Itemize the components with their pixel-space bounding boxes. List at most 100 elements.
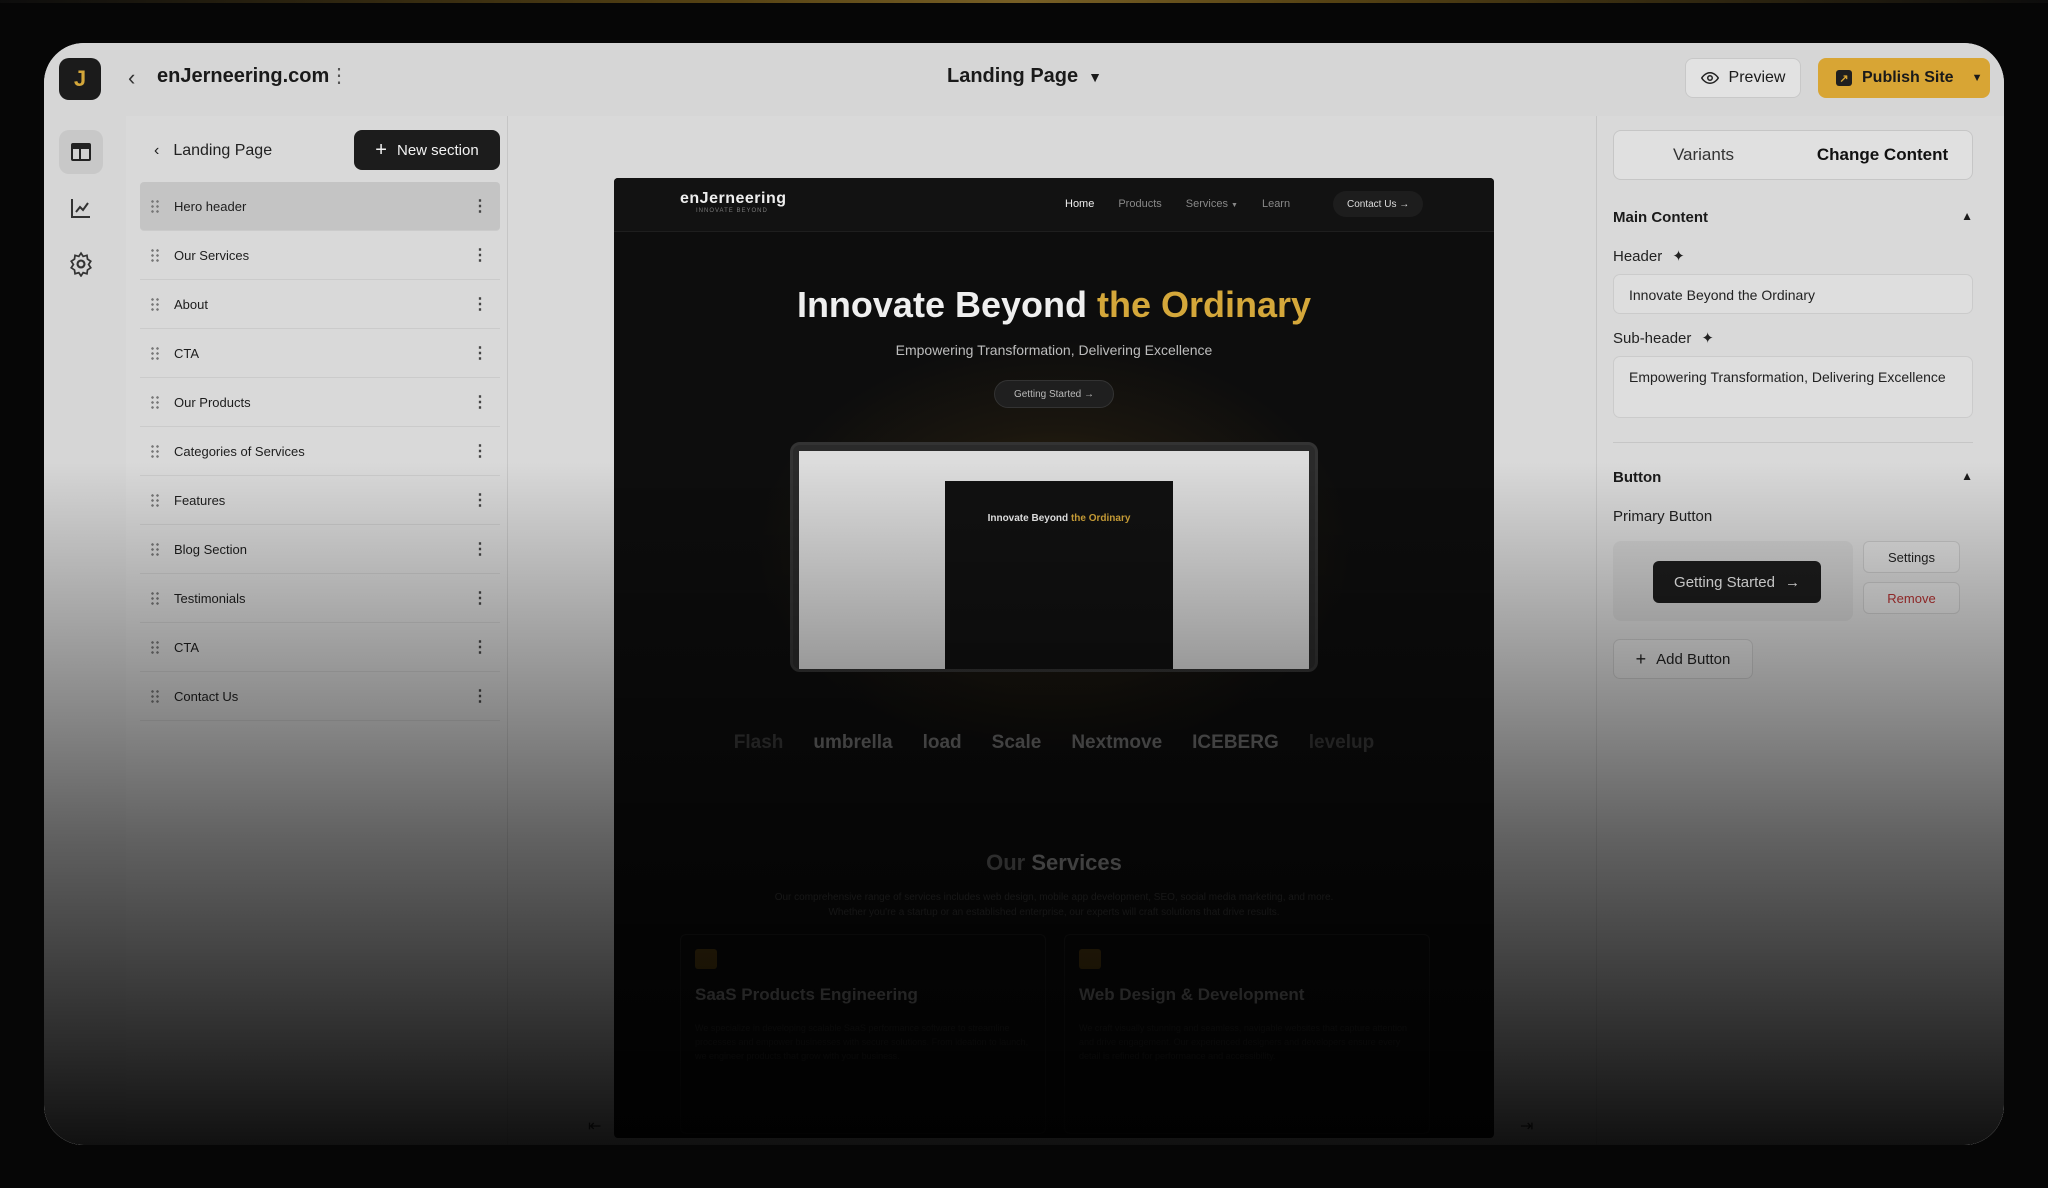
add-button-label: Add Button [1656,650,1731,668]
ai-sparkle-icon[interactable]: ✦ [1701,329,1714,347]
section-label: About [174,296,208,312]
collapse-right-arrow-icon[interactable]: ⇥ [1520,1116,1533,1136]
section-item[interactable]: Testimonials ⋮ [140,574,500,623]
section-item[interactable]: Our Services ⋮ [140,231,500,280]
site-nav-home[interactable]: Home [1065,198,1094,210]
partner-logo: levelup [1308,732,1375,753]
mockup-site: Innovate Beyond the Ordinary [945,481,1173,669]
service-icon [1079,949,1101,969]
section-item[interactable]: Blog Section ⋮ [140,525,500,574]
primary-button-text: Getting Started [1674,573,1775,591]
chevron-up-icon[interactable]: ▲ [1961,469,1973,486]
site-nav-services[interactable]: Services ▼ [1186,198,1238,210]
section-item[interactable]: About ⋮ [140,280,500,329]
site-name: enJerneering.com [157,65,330,87]
header-input[interactable]: Innovate Beyond the Ordinary [1613,274,1973,314]
site-nav-learn[interactable]: Learn [1262,198,1290,210]
chevron-up-icon[interactable]: ▲ [1961,209,1973,226]
drag-handle-icon[interactable] [150,444,160,458]
sections-panel: ‹ Landing Page + New section Hero header… [126,116,508,1145]
services-title: Our Services [614,850,1494,876]
subheader-input[interactable]: Empowering Transformation, Delivering Ex… [1613,356,1973,418]
section-item[interactable]: Contact Us ⋮ [140,672,500,721]
publish-site-button[interactable]: ↗ Publish Site ▼ [1818,58,1990,98]
section-item[interactable]: CTA ⋮ [140,623,500,672]
site-preview[interactable]: enJerneering INNOVATE BEYOND Home Produc… [614,178,1494,1138]
hero-title: Innovate Beyond the Ordinary [614,284,1494,326]
section-label: Categories of Services [174,443,305,459]
section-menu-kebab-icon[interactable]: ⋮ [472,539,488,559]
page-selector[interactable]: Landing Page ▼ [947,65,1102,88]
drag-handle-icon[interactable] [150,689,160,703]
service-card-title: Web Design & Development [1079,985,1305,1004]
section-menu-kebab-icon[interactable]: ⋮ [472,343,488,363]
section-menu-kebab-icon[interactable]: ⋮ [472,392,488,412]
app-logo[interactable]: J [59,58,101,100]
partner-logo: load [922,732,962,753]
site-contact-button[interactable]: Contact Us → [1333,191,1424,217]
primary-button-preview[interactable]: Getting Started → [1653,561,1821,603]
site-menu-kebab-icon[interactable]: ⋮ [329,63,349,88]
add-button-button[interactable]: + Add Button [1613,639,1753,679]
drag-handle-icon[interactable] [150,297,160,311]
subheader-field-label: Sub-header ✦ [1613,329,1714,348]
section-menu-kebab-icon[interactable]: ⋮ [472,441,488,461]
mockup-screen: Innovate Beyond the Ordinary [799,451,1309,669]
sections-panel-header[interactable]: ‹ Landing Page [154,142,272,160]
button-settings-button[interactable]: Settings [1863,541,1960,573]
site-logo[interactable]: enJerneering [680,190,786,208]
service-card: SaaS Products Engineering We specialize … [680,934,1046,1134]
new-section-button[interactable]: + New section [354,130,500,170]
rail-settings-button[interactable] [59,242,103,286]
mockup-title-accent: the Ordinary [1070,513,1131,524]
section-label: Testimonials [174,590,246,606]
drag-handle-icon[interactable] [150,640,160,654]
ai-sparkle-icon[interactable]: ✦ [1672,247,1685,265]
drag-handle-icon[interactable] [150,542,160,556]
section-menu-kebab-icon[interactable]: ⋮ [472,196,488,216]
section-menu-kebab-icon[interactable]: ⋮ [472,686,488,706]
collapse-left-arrow-icon[interactable]: ⇤ [588,1116,601,1136]
site-logo-tagline: INNOVATE BEYOND [696,208,768,214]
section-item[interactable]: Features ⋮ [140,476,500,525]
section-menu-kebab-icon[interactable]: ⋮ [472,588,488,608]
tab-variants[interactable]: Variants [1614,131,1793,179]
plus-icon: + [1635,648,1647,669]
page-selector-label: Landing Page [947,65,1079,87]
button-section-header[interactable]: Button ▲ [1613,469,1973,486]
drag-handle-icon[interactable] [150,199,160,213]
properties-panel: Variants Change Content Main Content ▲ H… [1596,116,2004,1145]
section-menu-kebab-icon[interactable]: ⋮ [472,637,488,657]
back-chevron-icon[interactable]: ‹ [154,142,159,160]
site-nav-products[interactable]: Products [1118,198,1161,210]
rail-layout-button[interactable] [59,130,103,174]
drag-handle-icon[interactable] [150,493,160,507]
back-chevron-icon[interactable]: ‹ [128,65,135,91]
section-menu-kebab-icon[interactable]: ⋮ [472,294,488,314]
section-label: Hero header [174,198,247,214]
section-list: Hero header ⋮ Our Services ⋮ About ⋮ CTA ⋮ O… [140,182,500,721]
section-menu-kebab-icon[interactable]: ⋮ [472,245,488,265]
section-item[interactable]: CTA ⋮ [140,329,500,378]
drag-handle-icon[interactable] [150,346,160,360]
tab-change-content[interactable]: Change Content [1793,131,1972,179]
section-item[interactable]: Hero header ⋮ [140,182,500,231]
device-frame: J ‹ enJerneering.com ⋮ Landing Page ▼ Pre… [0,0,2048,1188]
preview-button[interactable]: Preview [1685,58,1801,98]
drag-handle-icon[interactable] [150,395,160,409]
rail-analytics-button[interactable] [59,186,103,230]
drag-handle-icon[interactable] [150,591,160,605]
button-remove-button[interactable]: Remove [1863,582,1960,614]
publish-dropdown-chevron-icon[interactable]: ▼ [1972,72,1983,84]
primary-button-label: Primary Button [1613,508,1713,525]
hero-cta-button[interactable]: Getting Started → [994,380,1114,408]
main-content-header[interactable]: Main Content ▲ [1613,209,1973,226]
services-title-main: Services [1031,850,1122,875]
section-item[interactable]: Categories of Services ⋮ [140,427,500,476]
button-section-title: Button [1613,469,1662,486]
section-item[interactable]: Our Products ⋮ [140,378,500,427]
drag-handle-icon[interactable] [150,248,160,262]
section-label: Features [174,492,226,508]
section-menu-kebab-icon[interactable]: ⋮ [472,490,488,510]
arrow-right-icon: → [1784,573,1800,591]
